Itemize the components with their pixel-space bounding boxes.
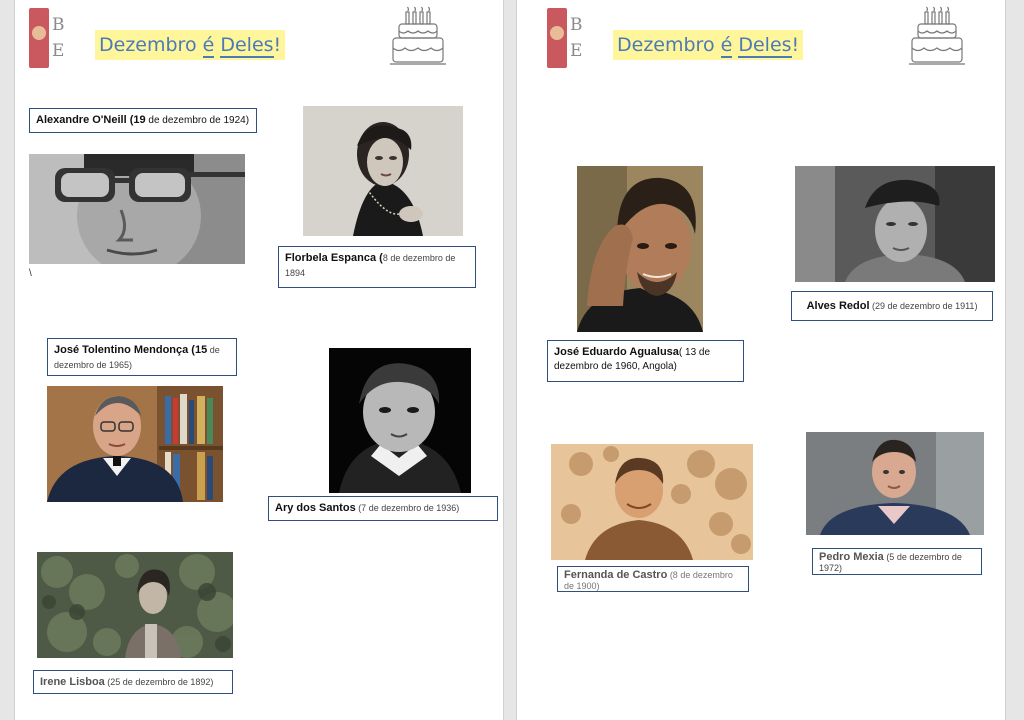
caption-florbela-espanca: Florbela Espanca (8 de dezembro de 1894 [278,246,476,288]
caption-jose-tolentino-mendonca: José Tolentino Mendonça (15 de dezembro … [47,338,237,376]
book-logo-icon [547,8,567,68]
caption-alexandre-oneill: Alexandre O'Neill (19 de dezembro de 192… [29,108,257,133]
photo-fernanda-de-castro [551,444,753,560]
library-logo: B E [29,8,77,70]
birthday-cake-icon [909,6,965,65]
photo-jose-eduardo-agualusa [577,166,703,332]
caption-ary-dos-santos: Ary dos Santos (7 de dezembro de 1936) [268,496,498,521]
page-title: Dezembro é Deles! [95,30,286,60]
photo-alves-redol [795,166,995,282]
photo-florbela-espanca [303,106,463,236]
document-page-right: B E Dezembro é Deles! José Eduardo Agual… [516,0,1006,720]
book-logo-icon [29,8,49,68]
photo-jose-tolentino-mendonca [47,386,223,502]
logo-letter-e: E [570,41,583,61]
birthday-cake-icon [390,6,446,65]
library-logo: B E [547,8,595,70]
caption-pedro-mexia: Pedro Mexia (5 de dezembro de 1972) [812,548,982,575]
logo-letter-e: E [52,41,65,61]
caption-alves-redol: Alves Redol (29 de dezembro de 1911) [791,291,993,321]
logo-letter-b: B [570,15,583,35]
page-title: Dezembro é Deles! [613,30,804,60]
document-page-left: B E Dezembro é Deles! Alexandre O'Neill … [14,0,504,720]
photo-pedro-mexia [806,432,984,535]
logo-letter-b: B [52,15,65,35]
stray-backslash-text: \ [29,268,32,279]
photo-irene-lisboa [37,552,233,658]
photo-alexandre-oneill [29,154,245,264]
caption-fernanda-de-castro: Fernanda de Castro (8 de dezembro de 190… [557,566,749,592]
caption-irene-lisboa: Irene Lisboa (25 de dezembro de 1892) [33,670,233,694]
caption-jose-eduardo-agualusa: José Eduardo Agualusa( 13 de dezembro de… [547,340,744,382]
photo-ary-dos-santos [329,348,471,493]
